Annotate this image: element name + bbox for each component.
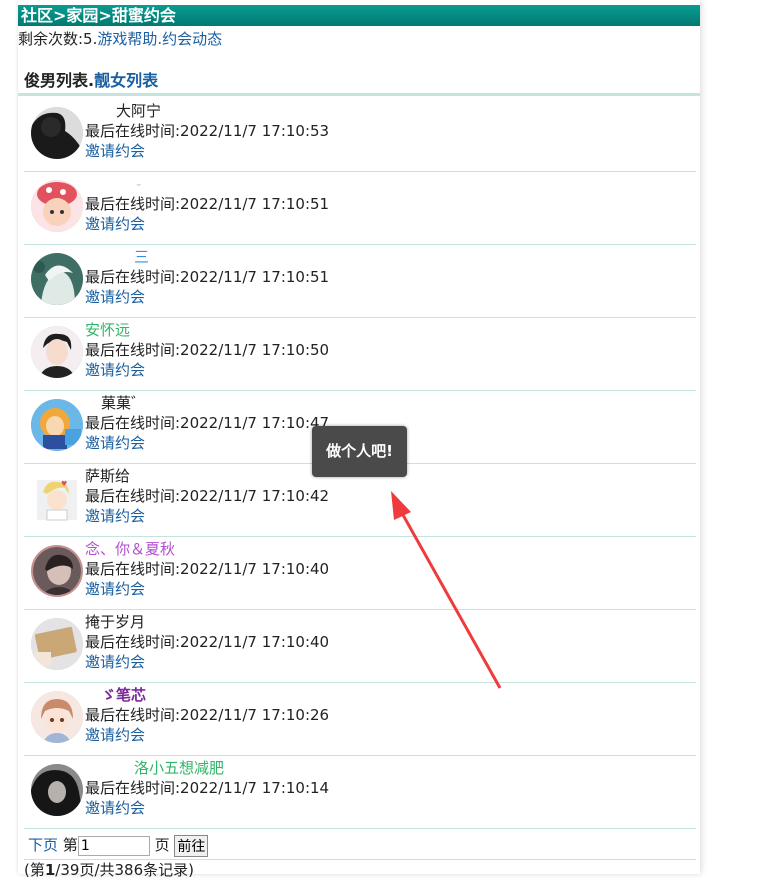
breadcrumb-bar: 社区>家园>甜蜜约会: [18, 5, 700, 26]
last-online-time: 最后在线时间:2022/11/7 17:10:42: [85, 487, 330, 505]
invite-date-link[interactable]: 邀请约会: [85, 287, 145, 307]
avatar[interactable]: [31, 691, 83, 743]
avatar[interactable]: [31, 399, 83, 451]
list-item: ゞ笔芯 最后在线时间:2022/11/7 17:10:26 邀请约会: [24, 683, 696, 756]
invite-date-link[interactable]: 邀请约会: [85, 360, 145, 380]
breadcrumb: 社区>家园>甜蜜约会: [21, 6, 176, 25]
invite-date-link[interactable]: 邀请约会: [85, 652, 145, 672]
last-online-time: 最后在线时间:2022/11/7 17:10:40: [85, 633, 330, 651]
list-tabs: 俊男列表.靓女列表: [24, 71, 158, 91]
record-summary: (第1/39页/共386条记录): [24, 860, 194, 880]
user-name: 萨斯给: [85, 467, 131, 485]
record-open: (第: [24, 861, 45, 879]
list-item: - 最后在线时间:2022/11/7 17:10:51 邀请约会: [24, 172, 696, 245]
user-name: 菓菓゛: [101, 394, 147, 412]
invite-date-link[interactable]: 邀请约会: [85, 141, 145, 161]
pagination: 下页 第 页 前往: [24, 832, 696, 860]
list-item: 念、你＆夏秋 最后在线时间:2022/11/7 17:10:40 邀请约会: [24, 537, 696, 610]
list-item: 三 最后在线时间:2022/11/7 17:10:51 邀请约会: [24, 245, 696, 318]
invite-date-link[interactable]: 邀请约会: [85, 579, 145, 599]
user-name: -: [136, 175, 142, 193]
next-page-link[interactable]: 下页: [28, 836, 58, 854]
user-name: ゞ笔芯: [101, 686, 147, 704]
go-button[interactable]: 前往: [174, 834, 209, 857]
user-name: 大阿宁: [116, 102, 162, 120]
invite-date-link[interactable]: 邀请约会: [85, 433, 145, 453]
page-suffix: 页: [154, 836, 170, 854]
avatar[interactable]: [31, 107, 83, 159]
avatar[interactable]: [31, 253, 83, 305]
date-news-link[interactable]: 约会动态: [162, 30, 222, 48]
last-online-time: 最后在线时间:2022/11/7 17:10:53: [85, 122, 330, 140]
tab-boys-list: 俊男列表: [24, 71, 89, 90]
list-item: 洛小五想减肥 最后在线时间:2022/11/7 17:10:14 邀请约会: [24, 756, 696, 829]
list-item: 大阿宁 最后在线时间:2022/11/7 17:10:53 邀请约会: [24, 99, 696, 172]
current-page: 1: [44, 861, 56, 879]
tooltip: 做个人吧!: [312, 426, 407, 477]
page-prefix: 第: [62, 836, 78, 854]
last-online-time: 最后在线时间:2022/11/7 17:10:51: [85, 268, 330, 286]
list-item: 安怀远 最后在线时间:2022/11/7 17:10:50 邀请约会: [24, 318, 696, 391]
last-online-time: 最后在线时间:2022/11/7 17:10:26: [85, 706, 330, 724]
list-item: 掩于岁月 最后在线时间:2022/11/7 17:10:40 邀请约会: [24, 610, 696, 683]
divider: [18, 93, 700, 96]
last-online-time: 最后在线时间:2022/11/7 17:10:50: [85, 341, 330, 359]
avatar[interactable]: [31, 180, 83, 232]
last-online-time: 最后在线时间:2022/11/7 17:10:51: [85, 195, 330, 213]
tab-girls-list[interactable]: 靓女列表: [94, 71, 158, 90]
invite-date-link[interactable]: 邀请约会: [85, 506, 145, 526]
status-line: 剩余次数:5.游戏帮助.约会动态: [18, 29, 700, 49]
last-online-time: 最后在线时间:2022/11/7 17:10:47: [85, 414, 330, 432]
avatar[interactable]: ♥: [31, 472, 83, 524]
user-name: 掩于岁月: [85, 613, 146, 631]
user-name: 念、你＆夏秋: [85, 540, 176, 558]
remaining-count: 剩余次数:5.: [18, 30, 98, 48]
avatar[interactable]: [31, 764, 83, 816]
avatar[interactable]: [31, 326, 83, 378]
svg-text:♥: ♥: [61, 480, 67, 488]
invite-date-link[interactable]: 邀请约会: [85, 725, 145, 745]
avatar[interactable]: [31, 545, 83, 597]
user-name: 三: [134, 248, 150, 266]
page-number-input[interactable]: [77, 835, 150, 856]
user-name: 安怀远: [85, 321, 131, 339]
record-total: /39页/共386条记录): [55, 861, 194, 879]
user-name: 洛小五想减肥: [134, 759, 225, 777]
game-help-link[interactable]: 游戏帮助: [97, 30, 157, 48]
invite-date-link[interactable]: 邀请约会: [85, 214, 145, 234]
last-online-time: 最后在线时间:2022/11/7 17:10:14: [85, 779, 330, 797]
avatar[interactable]: [31, 618, 83, 670]
last-online-time: 最后在线时间:2022/11/7 17:10:40: [85, 560, 330, 578]
invite-date-link[interactable]: 邀请约会: [85, 798, 145, 818]
